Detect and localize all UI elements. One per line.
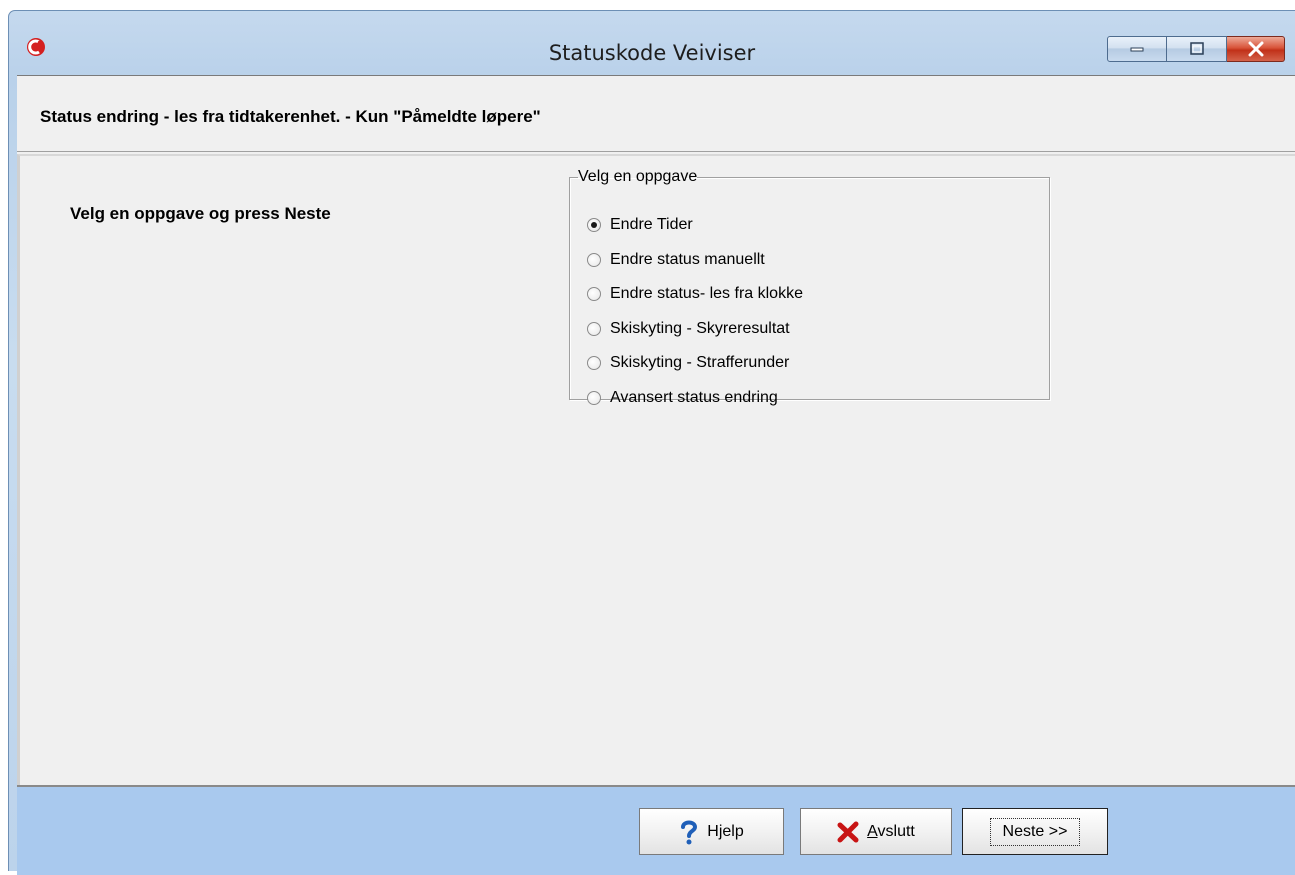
radio-icon[interactable] (587, 356, 601, 371)
next-label: Neste >> (989, 817, 1081, 846)
option-endre-status-manuellt[interactable]: Endre status manuellt (587, 243, 803, 278)
close-button[interactable] (1227, 36, 1285, 62)
option-skyreresultat[interactable]: Skiskyting - Skyreresultat (587, 312, 803, 347)
help-label: Hjelp (707, 822, 744, 840)
maximize-icon (1189, 42, 1204, 55)
title-bar[interactable]: Statuskode Veiviser (9, 11, 1295, 75)
wizard-header: Status endring - les fra tidtakerenhet. … (17, 76, 1295, 152)
option-label: Endre Tider (610, 216, 693, 234)
option-strafferunder[interactable]: Skiskyting - Strafferunder (587, 346, 803, 381)
wizard-header-text: Status endring - les fra tidtakerenhet. … (40, 107, 541, 126)
minimize-icon (1130, 47, 1144, 52)
option-endre-tider[interactable]: Endre Tider (587, 208, 803, 243)
radio-icon[interactable] (587, 252, 601, 267)
question-mark-icon (679, 819, 699, 845)
red-x-icon (837, 821, 859, 843)
task-group: Velg en oppgave Endre Tider Endre status… (569, 168, 1050, 406)
radio-icon[interactable] (587, 287, 601, 302)
client-area: Status endring - les fra tidtakerenhet. … (17, 75, 1295, 875)
app-window: Statuskode Veiviser Status endring - les… (8, 10, 1295, 875)
option-label: Skiskyting - Skyreresultat (610, 319, 790, 337)
window-title: Statuskode Veiviser (548, 41, 756, 65)
option-label: Avansert status endring (610, 388, 778, 406)
option-label: Endre status- les fra klokke (610, 285, 803, 303)
option-label: Endre status manuellt (610, 250, 765, 268)
radio-checked-icon[interactable] (587, 218, 601, 233)
radio-icon[interactable] (587, 321, 601, 336)
close-icon (1248, 41, 1263, 57)
minimize-button[interactable] (1107, 36, 1167, 62)
caption-buttons (1107, 36, 1285, 64)
maximize-button[interactable] (1167, 36, 1227, 62)
task-group-title: Velg en oppgave (578, 168, 698, 185)
task-options: Endre Tider Endre status manuellt Endre … (587, 208, 803, 415)
option-avansert[interactable]: Avansert status endring (587, 381, 803, 416)
instruction-text: Velg en oppgave og press Neste (70, 204, 331, 223)
quit-label: Avslutt (867, 822, 915, 840)
next-button[interactable]: Neste >> (962, 808, 1108, 855)
option-endre-status-klokke[interactable]: Endre status- les fra klokke (587, 277, 803, 312)
quit-button[interactable]: Avslutt (800, 808, 952, 855)
help-button[interactable]: Hjelp (639, 808, 784, 855)
option-label: Skiskyting - Strafferunder (610, 354, 790, 372)
button-bar: Hjelp Avslutt Neste >> (17, 785, 1295, 875)
radio-icon[interactable] (587, 390, 601, 405)
